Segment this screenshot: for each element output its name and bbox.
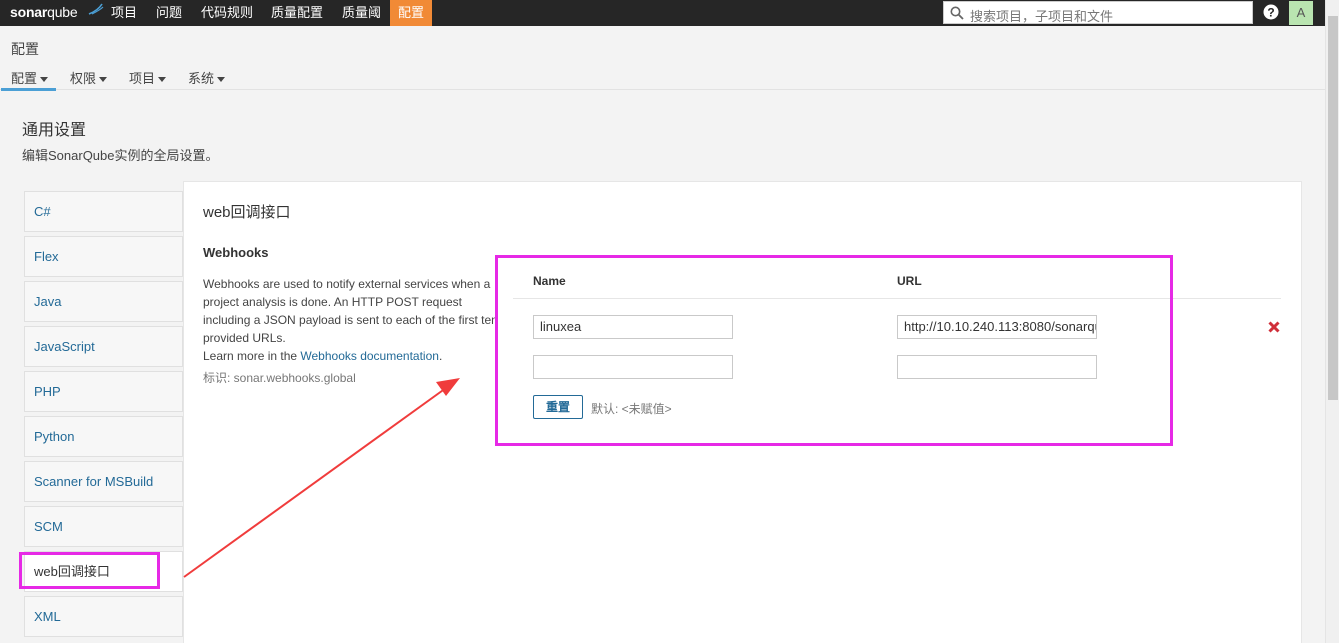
nav-issues[interactable]: 问题 xyxy=(148,0,190,26)
category-javascript[interactable]: JavaScript xyxy=(24,326,183,367)
logo-text-accent: qube xyxy=(47,4,78,20)
section-description: 编辑SonarQube实例的全局设置。 xyxy=(22,148,219,163)
panel-title: web回调接口 xyxy=(203,204,291,221)
chevron-down-icon xyxy=(217,77,226,83)
chevron-down-icon xyxy=(40,77,49,83)
webhooks-heading: Webhooks xyxy=(203,245,269,260)
subnav-projects[interactable]: 项目 xyxy=(129,68,167,87)
desc-line: including a JSON payload is sent to each… xyxy=(203,313,496,327)
nav-projects[interactable]: 项目 xyxy=(103,0,145,26)
page-header: 配置 配置 权限 项目 系统 xyxy=(0,26,1325,91)
chevron-down-icon xyxy=(99,77,108,83)
learn-more-suffix: . xyxy=(438,349,443,363)
page-scrollbar[interactable] xyxy=(1325,0,1339,643)
category-scm[interactable]: SCM xyxy=(24,506,183,547)
avatar[interactable]: A xyxy=(1289,1,1313,25)
webhooks-documentation-link[interactable]: Webhooks documentation xyxy=(300,349,439,363)
category-flex[interactable]: Flex xyxy=(24,236,183,277)
chevron-down-icon xyxy=(158,77,167,83)
category-php[interactable]: PHP xyxy=(24,371,183,412)
search-placeholder: 搜索项目，子项目和文件 xyxy=(970,9,1114,24)
active-tab-indicator xyxy=(1,88,56,91)
section-title: 通用设置 xyxy=(22,122,87,139)
subnav-security-label: 权限 xyxy=(70,71,97,86)
nav-rules[interactable]: 代码规则 xyxy=(193,0,261,26)
category-java[interactable]: Java xyxy=(24,281,183,322)
highlight-box-webhooks-table xyxy=(495,255,1173,446)
desc-line: Webhooks are used to notify external ser… xyxy=(203,277,491,291)
nav-quality-profiles[interactable]: 质量配置 xyxy=(263,0,331,26)
search-icon xyxy=(950,6,964,20)
logo-text-main: sonar xyxy=(10,4,48,20)
subnav-security[interactable]: 权限 xyxy=(70,68,108,87)
setting-key-label: 标识: sonar.webhooks.global xyxy=(203,371,356,385)
subnav-system-label: 系统 xyxy=(188,71,215,86)
remove-icon[interactable] xyxy=(1267,320,1281,334)
subnav-projects-label: 项目 xyxy=(129,71,156,86)
desc-line: project analysis is done. An HTTP POST r… xyxy=(203,295,463,309)
logo-wave-icon xyxy=(88,3,104,15)
svg-text:?: ? xyxy=(1267,5,1274,19)
category-xml[interactable]: XML xyxy=(24,596,183,637)
highlight-box-webhooks-category xyxy=(19,552,160,589)
page-title: 配置 xyxy=(11,41,39,57)
learn-more-line: Learn more in the Webhooks documentation… xyxy=(203,347,496,363)
subnav-configuration-label: 配置 xyxy=(11,71,38,86)
nav-administration[interactable]: 配置 xyxy=(390,0,433,26)
desc-line: provided URLs. xyxy=(203,331,286,345)
learn-more-prefix: Learn more in the xyxy=(203,349,301,363)
search-input[interactable]: 搜索项目，子项目和文件 xyxy=(943,1,1253,24)
subnav-system[interactable]: 系统 xyxy=(188,68,226,87)
webhooks-description: Webhooks are used to notify external ser… xyxy=(203,275,496,363)
category-scanner-msbuild[interactable]: Scanner for MSBuild xyxy=(24,461,183,502)
category-python[interactable]: Python xyxy=(24,416,183,457)
help-icon[interactable]: ? xyxy=(1263,4,1279,20)
nav-quality-gates[interactable]: 质量阈 xyxy=(334,0,389,26)
subnav-configuration[interactable]: 配置 xyxy=(11,68,49,87)
category-csharp[interactable]: C# xyxy=(24,191,183,232)
scrollbar-thumb[interactable] xyxy=(1328,16,1338,400)
top-navigation-bar: sonarqube 项目 问题 代码规则 质量配置 质量阈 配置 搜索项目，子项… xyxy=(0,0,1325,26)
sonarqube-logo[interactable]: sonarqube xyxy=(10,3,104,22)
